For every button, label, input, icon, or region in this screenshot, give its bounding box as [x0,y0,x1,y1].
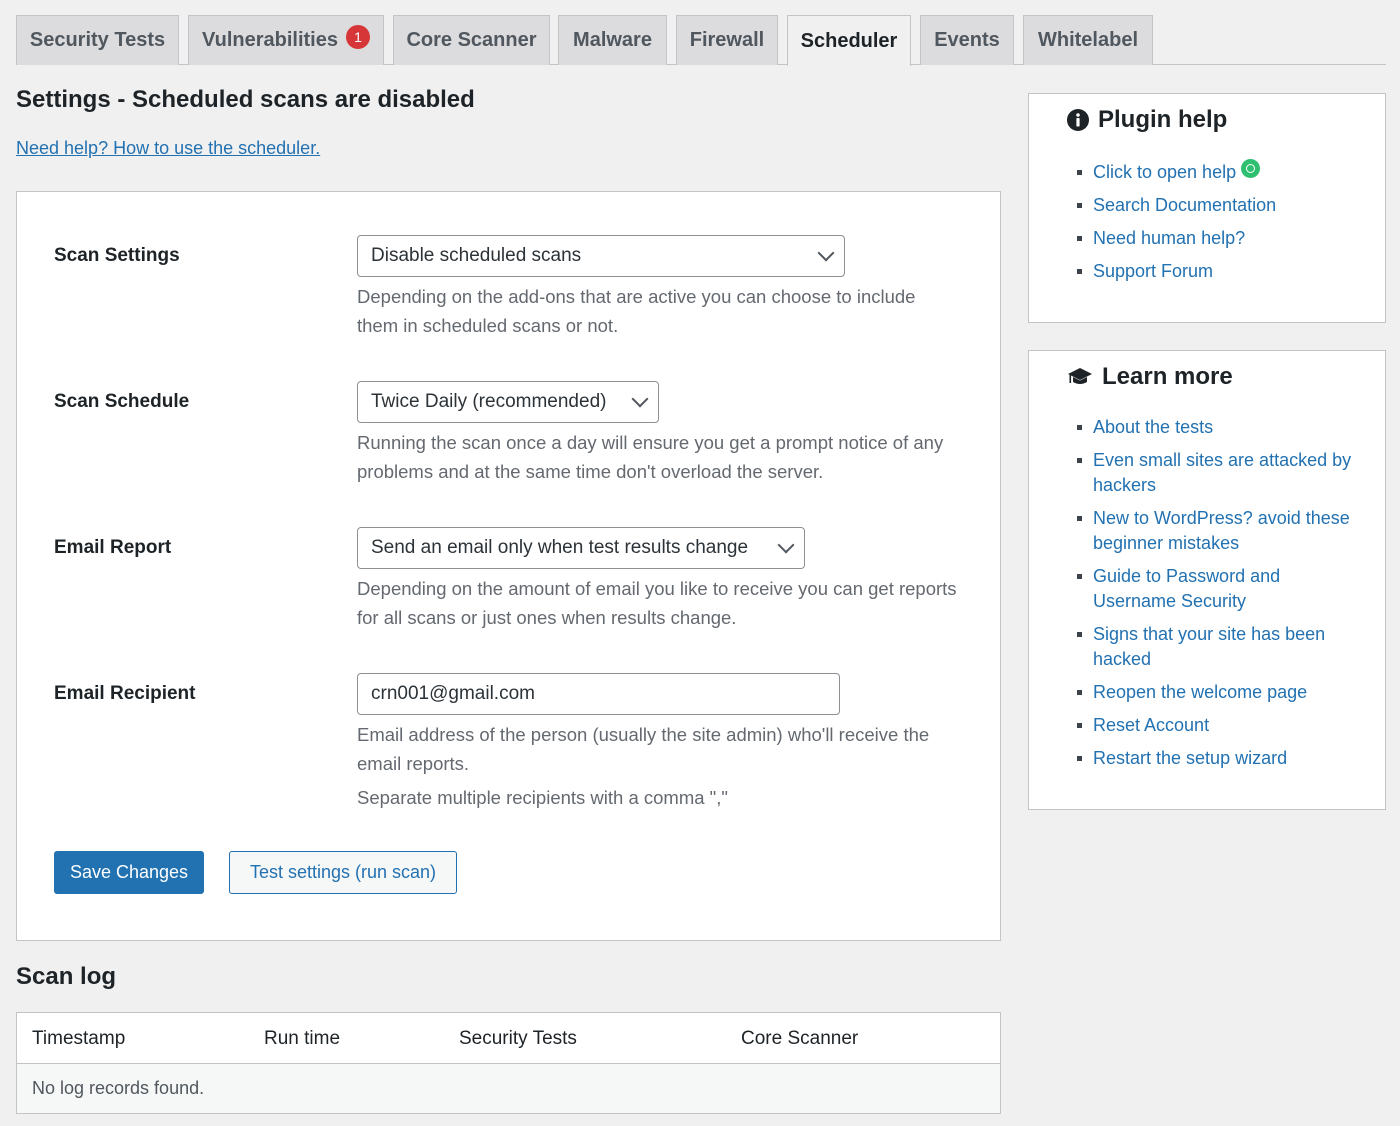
list-item: Even small sites are attacked by hackers [1077,448,1357,498]
status-dot-icon [1241,158,1261,178]
tab-vulnerabilities[interactable]: Vulnerabilities 1 [188,15,384,65]
list-item: Search Documentation [1077,193,1276,218]
column-header-run-time[interactable]: Run time [264,1028,340,1050]
tab-firewall[interactable]: Firewall [676,15,778,65]
scan-log-table: Timestamp Run time Security Tests Core S… [16,1012,1001,1114]
tab-whitelabel[interactable]: Whitelabel [1023,15,1153,65]
human-help-link[interactable]: Need human help? [1093,228,1245,248]
setup-wizard-link[interactable]: Restart the setup wizard [1093,748,1287,768]
tab-core-scanner[interactable]: Core Scanner [393,15,550,65]
email-recipient-description: Email address of the person (usually the… [357,724,930,774]
scan-schedule-label: Scan Schedule [54,391,190,412]
email-report-label: Email Report [54,537,172,558]
list-item: Guide to Password and Username Security [1077,564,1357,614]
list-item: Signs that your site has been hacked [1077,622,1357,672]
tab-label: Core Scanner [406,29,537,51]
list-item: About the tests [1077,415,1357,440]
scheduler-settings-form: Scan Settings Disable scheduled scans De… [16,191,1001,941]
tab-bar: Security Tests Vulnerabilities 1 Core Sc… [16,15,1386,66]
reset-account-link[interactable]: Reset Account [1093,715,1209,735]
support-forum-link[interactable]: Support Forum [1093,261,1213,281]
scan-log-title: Scan log [16,963,117,990]
email-recipient-input[interactable] [357,673,840,715]
tab-events[interactable]: Events [920,15,1014,65]
tab-security-tests[interactable]: Security Tests [16,15,179,65]
chevron-down-icon [631,390,649,408]
graduation-cap-icon [1067,366,1093,388]
list-item: Reset Account [1077,713,1357,738]
welcome-page-link[interactable]: Reopen the welcome page [1093,682,1307,702]
list-item: Support Forum [1077,259,1276,284]
select-value: Disable scheduled scans [371,245,582,266]
scheduler-help-link[interactable]: Need help? How to use the scheduler. [16,138,320,159]
column-header-core-scanner[interactable]: Core Scanner [741,1028,858,1050]
column-header-security-tests[interactable]: Security Tests [459,1028,577,1050]
tab-label: Malware [573,29,652,51]
chevron-down-icon [777,536,795,554]
small-sites-link[interactable]: Even small sites are attacked by hackers [1093,450,1351,495]
search-documentation-link[interactable]: Search Documentation [1093,195,1276,215]
tab-label: Security Tests [29,29,166,51]
panel-title-text: Learn more [1102,363,1233,390]
beginner-mistakes-link[interactable]: New to WordPress? avoid these beginner m… [1093,508,1350,553]
email-report-select[interactable]: Send an email only when test results cha… [357,527,805,569]
list-item: Restart the setup wizard [1077,746,1357,771]
chevron-down-icon [817,244,835,262]
learn-more-panel: Learn more About the tests Even small si… [1028,350,1386,810]
scan-schedule-description: Running the scan once a day will ensure … [357,432,944,482]
select-value: Send an email only when test results cha… [371,537,749,558]
table-header: Timestamp Run time Security Tests Core S… [17,1013,1000,1064]
email-recipient-hint: Separate multiple recipients with a comm… [357,787,728,808]
test-settings-button[interactable]: Test settings (run scan) [229,851,457,894]
hacked-signs-link[interactable]: Signs that your site has been hacked [1093,624,1325,669]
panel-title-text: Plugin help [1098,106,1228,133]
empty-state-message: No log records found. [32,1078,205,1098]
tab-malware[interactable]: Malware [558,15,667,65]
page-title: Settings - Scheduled scans are disabled [16,86,475,113]
password-guide-link[interactable]: Guide to Password and Username Security [1093,566,1280,611]
open-help-link[interactable]: Click to open help [1093,162,1236,182]
list-item: Need human help? [1077,226,1276,251]
scan-settings-label: Scan Settings [54,245,180,266]
email-report-description: Depending on the amount of email you lik… [357,578,957,628]
learn-more-links: About the tests Even small sites are att… [1077,415,1357,771]
tab-scheduler[interactable]: Scheduler [787,15,911,66]
list-item: New to WordPress? avoid these beginner m… [1077,506,1357,556]
scan-settings-description: Depending on the add-ons that are active… [357,286,916,336]
save-changes-button[interactable]: Save Changes [54,851,204,894]
tab-label: Events [934,29,1000,51]
tab-label: Scheduler [800,29,898,52]
list-item: Reopen the welcome page [1077,680,1357,705]
learn-more-title: Learn more [1067,363,1233,391]
list-item: Click to open help [1077,158,1276,185]
email-recipient-label: Email Recipient [54,683,196,704]
select-value: Twice Daily (recommended) [371,391,607,412]
plugin-help-links: Click to open help Search Documentation … [1077,158,1276,284]
scan-settings-select[interactable]: Disable scheduled scans [357,235,845,277]
plugin-help-panel: Plugin help Click to open help Search Do… [1028,93,1386,323]
about-tests-link[interactable]: About the tests [1093,417,1213,437]
tab-label: Whitelabel [1037,29,1138,51]
column-header-timestamp[interactable]: Timestamp [32,1028,125,1050]
tab-label: Firewall [689,29,765,51]
plugin-help-title: Plugin help [1067,106,1227,134]
notification-badge: 1 [345,24,370,49]
tab-label: Vulnerabilities [202,29,338,51]
info-icon [1067,109,1089,131]
table-row: No log records found. [17,1064,1000,1113]
scan-schedule-select[interactable]: Twice Daily (recommended) [357,381,659,423]
